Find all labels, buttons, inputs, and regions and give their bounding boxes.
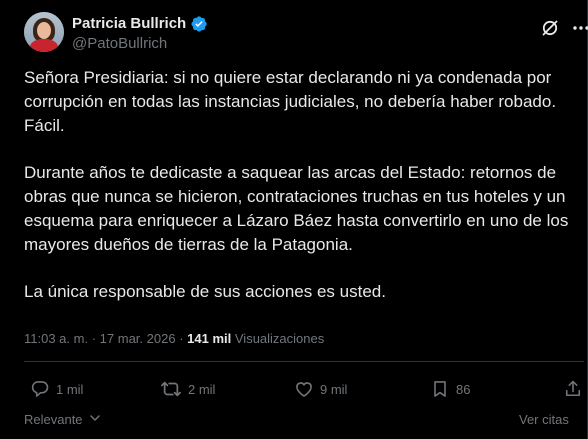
- avatar[interactable]: [24, 12, 64, 52]
- reply-icon: [30, 379, 50, 399]
- repost-count: 2 mil: [188, 381, 216, 397]
- like-count: 9 mil: [320, 381, 348, 397]
- verified-badge-icon[interactable]: [190, 15, 208, 33]
- repost-button[interactable]: 2 mil: [160, 376, 215, 402]
- action-bar: 1 mil 2 mil 9 mil 86: [24, 376, 584, 402]
- bookmark-count: 86: [456, 381, 471, 397]
- sort-label: Relevante: [24, 412, 83, 427]
- reply-count: 1 mil: [56, 381, 84, 397]
- replies-footer: Relevante Ver citas: [24, 412, 584, 432]
- chevron-down-icon: [89, 412, 101, 427]
- bookmark-icon: [430, 379, 450, 399]
- tweet-time[interactable]: 11:03 a. m.: [24, 331, 88, 346]
- tweet-date[interactable]: 17 mar. 2026: [100, 331, 176, 346]
- share-icon: [563, 379, 583, 399]
- views-label: Visualizaciones: [234, 331, 325, 346]
- tweet-header: Patricia Bullrich @PatoBullrich: [24, 12, 588, 56]
- meta-separator: ·: [179, 331, 184, 346]
- tweet-meta: 11:03 a. m. · 17 mar. 2026 · 141 mil Vis…: [24, 330, 324, 348]
- tweet-paragraph: La única responsable de sus acciones es …: [24, 282, 386, 302]
- share-button[interactable]: [563, 376, 583, 402]
- heart-icon: [294, 379, 314, 399]
- tweet-paragraph: Durante años te dedicaste a saquear las …: [24, 163, 569, 254]
- author-handle[interactable]: @PatoBullrich: [72, 35, 167, 53]
- bookmark-button[interactable]: 86: [430, 376, 470, 402]
- views-count: 141 mil: [187, 331, 232, 346]
- reply-button[interactable]: 1 mil: [30, 376, 83, 402]
- author-name-row: Patricia Bullrich: [72, 15, 208, 33]
- tweet-text: Señora Presidiaria: si no quiere estar d…: [24, 66, 580, 328]
- view-quotes-link[interactable]: Ver citas: [519, 412, 569, 427]
- grok-icon[interactable]: [536, 14, 564, 42]
- divider: [24, 361, 584, 362]
- tweet-paragraph: Señora Presidiaria: si no quiere estar d…: [24, 68, 557, 135]
- meta-separator: ·: [91, 331, 97, 346]
- sort-dropdown[interactable]: Relevante: [24, 412, 101, 427]
- repost-icon: [160, 379, 182, 399]
- more-options-icon[interactable]: [566, 14, 588, 42]
- like-button[interactable]: 9 mil: [294, 376, 347, 402]
- author-name[interactable]: Patricia Bullrich: [72, 15, 186, 33]
- tweet-detail: Patricia Bullrich @PatoBullrich Señora P…: [0, 0, 588, 439]
